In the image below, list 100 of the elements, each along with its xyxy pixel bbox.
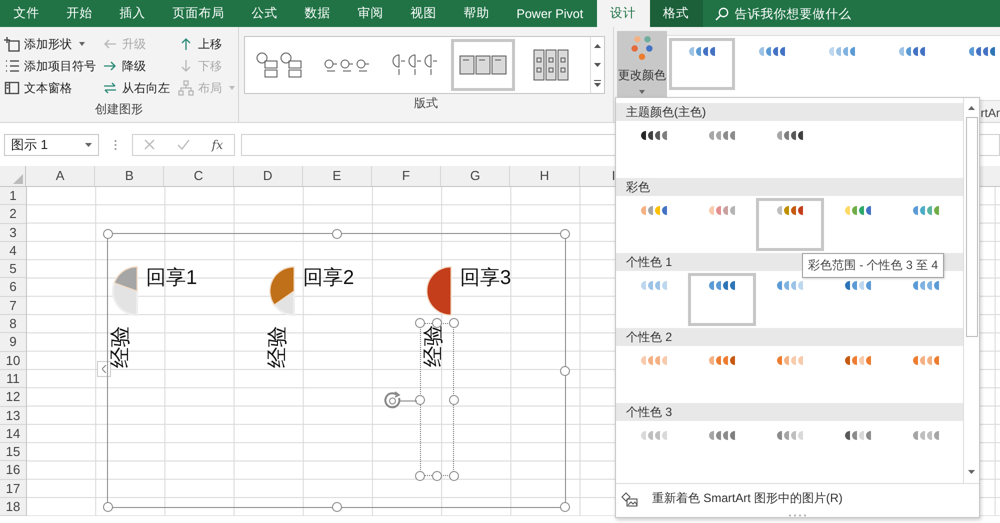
row-header[interactable]: 10: [0, 352, 26, 370]
resize-handle[interactable]: [560, 502, 570, 512]
item-text[interactable]: 经验: [110, 326, 132, 368]
column-header[interactable]: C: [164, 166, 234, 186]
scrollbar[interactable]: [963, 98, 979, 483]
row-header[interactable]: 2: [0, 205, 26, 224]
column-header[interactable]: E: [302, 166, 372, 186]
ribbon-tab[interactable]: 视图: [397, 0, 450, 27]
ribbon-tab[interactable]: 审阅: [344, 0, 397, 27]
layout-drawing: [324, 58, 370, 72]
row-header[interactable]: 4: [0, 242, 26, 260]
color-option[interactable]: [688, 273, 756, 326]
ribbon-tab[interactable]: 开始: [53, 0, 106, 27]
row-header[interactable]: 5: [0, 260, 26, 278]
layout-drawing: [392, 54, 438, 76]
column-header[interactable]: B: [95, 166, 164, 186]
hierarchy-icon: [178, 80, 194, 96]
insert-function-button[interactable]: fx: [212, 138, 224, 152]
ribbon-tab[interactable]: 文件: [0, 0, 53, 27]
scrollbar-thumb[interactable]: [966, 117, 978, 337]
rotate-handle[interactable]: [383, 389, 417, 411]
swap-arrows-icon: [102, 80, 118, 96]
text-pane-icon: [4, 80, 20, 96]
check-icon[interactable]: [176, 139, 190, 150]
ribbon-command[interactable]: 降级: [102, 58, 146, 74]
resize-grip-icon[interactable]: [788, 514, 808, 517]
section-header: 彩色: [616, 178, 963, 196]
ribbon-command[interactable]: 从右向左: [102, 80, 170, 96]
search-field[interactable]: 告诉我你想要做什么: [734, 6, 935, 20]
resize-handle[interactable]: [332, 229, 342, 239]
resize-handle[interactable]: [103, 502, 113, 512]
caret-icon: [639, 90, 645, 94]
item-text[interactable]: 经验: [267, 326, 289, 368]
row-header[interactable]: 8: [0, 315, 26, 334]
row-header[interactable]: 9: [0, 333, 26, 352]
color-dots-icon: [631, 35, 653, 61]
ribbon-tab[interactable]: 设计: [596, 0, 650, 27]
layout-drawing: [533, 49, 569, 81]
layout-option[interactable]: [451, 39, 515, 91]
name-box[interactable]: 图示 1: [4, 134, 99, 156]
row-header[interactable]: 11: [0, 370, 26, 388]
ribbon-tab[interactable]: 帮助: [450, 0, 503, 27]
ribbon-tab[interactable]: 页面布局: [159, 0, 238, 27]
color-option[interactable]: [756, 198, 824, 251]
cancel-icon[interactable]: [144, 139, 155, 150]
section-header: 主题颜色(主色): [616, 103, 963, 121]
item-text[interactable]: 经验: [423, 325, 445, 367]
ribbon-command[interactable]: 添加形状: [4, 36, 85, 52]
caret-icon: [85, 142, 92, 146]
column-header[interactable]: G: [441, 166, 510, 186]
bullet-list-icon: [4, 58, 20, 74]
ribbon-command[interactable]: 上移: [178, 36, 222, 52]
triangle-down-icon[interactable]: [968, 470, 975, 474]
style-option[interactable]: [669, 38, 735, 90]
item-title[interactable]: 回享2: [303, 265, 354, 291]
picture-recolor-icon: [620, 490, 638, 506]
search-icon: [714, 6, 729, 20]
recolor-pictures-item[interactable]: 重新着色 SmartArt 图形中的图片(R): [616, 484, 979, 507]
ribbon-tab[interactable]: Power Pivot: [503, 0, 597, 27]
grip-icon: [114, 138, 117, 150]
change-colors-button[interactable]: 更改颜色: [617, 31, 667, 97]
row-header[interactable]: 13: [0, 406, 26, 425]
resize-handle[interactable]: [103, 229, 113, 239]
half-circle-shape[interactable]: [425, 265, 453, 317]
row-header[interactable]: 16: [0, 461, 26, 480]
row-header[interactable]: 15: [0, 443, 26, 462]
layout-drawing: [256, 52, 302, 78]
ribbon-command[interactable]: 添加项目符号: [4, 58, 96, 74]
group-label: rtAr: [980, 106, 1000, 120]
ribbon-tab[interactable]: 公式: [238, 0, 291, 27]
ribbon-command[interactable]: 文本窗格: [4, 80, 72, 96]
row-header[interactable]: 6: [0, 278, 26, 297]
column-header[interactable]: H: [510, 166, 580, 186]
resize-handle[interactable]: [560, 229, 570, 239]
group-label: 版式: [413, 95, 439, 112]
layout-drawing: [459, 55, 507, 75]
resize-handle[interactable]: [560, 366, 570, 376]
column-header[interactable]: F: [372, 166, 442, 186]
row-header[interactable]: 7: [0, 296, 26, 316]
ribbon-tab[interactable]: 数据: [291, 0, 344, 27]
tooltip: 彩色范围 - 个性色 3 至 4: [802, 253, 944, 278]
expand-button[interactable]: [97, 361, 111, 377]
row-header[interactable]: 1: [0, 187, 26, 206]
row-header[interactable]: 18: [0, 498, 26, 516]
resize-handle[interactable]: [415, 395, 425, 405]
column-header[interactable]: D: [234, 166, 303, 186]
row-header[interactable]: 14: [0, 424, 26, 444]
triangle-up-icon: [594, 44, 601, 48]
column-header[interactable]: A: [26, 166, 96, 186]
resize-handle[interactable]: [332, 502, 342, 512]
row-header[interactable]: 17: [0, 480, 26, 498]
item-title[interactable]: 回享3: [460, 265, 512, 291]
row-header[interactable]: 3: [0, 224, 26, 242]
item-title[interactable]: 回享1: [146, 265, 198, 291]
row-header[interactable]: 12: [0, 388, 26, 407]
group-label: 创建图形: [94, 101, 144, 118]
triangle-up-icon[interactable]: [968, 106, 975, 110]
ribbon-tab[interactable]: 格式: [650, 0, 703, 27]
ribbon-tab[interactable]: 插入: [106, 0, 159, 27]
resize-handle[interactable]: [449, 395, 459, 405]
